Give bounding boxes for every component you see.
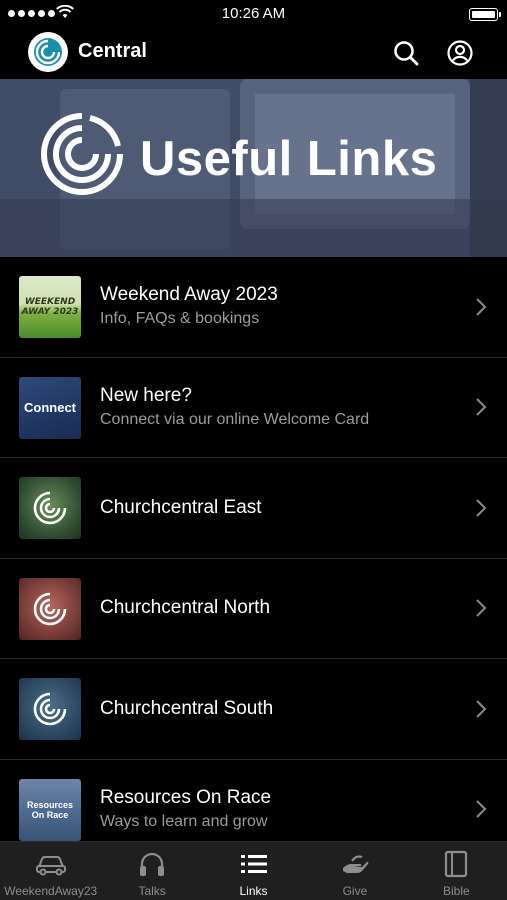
give-hand-icon [339, 850, 371, 878]
link-subtitle: Info, FAQs & bookings [100, 310, 260, 328]
churchcentral-east-thumbnail [19, 477, 81, 539]
link-item-churchcentral-east[interactable]: Churchcentral East [0, 458, 507, 559]
headphones-icon [136, 850, 168, 878]
app-header: Central [0, 26, 507, 79]
profile-icon [447, 40, 473, 66]
link-title: New here? [100, 384, 192, 406]
link-item-resources-on-race[interactable]: Resources On Race Resources On Race Ways… [0, 760, 507, 842]
link-title: Churchcentral South [100, 697, 274, 719]
tab-label: Bible [442, 884, 470, 898]
app-title: Central [78, 40, 147, 62]
link-item-weekend-away[interactable]: WEEKEND AWAY 2023 Weekend Away 2023 Info… [0, 257, 507, 358]
link-title: Resources On Race [100, 786, 272, 808]
bible-icon [440, 850, 472, 878]
link-item-new-here[interactable]: Connect New here? Connect via our online… [0, 358, 507, 458]
link-title: Churchcentral East [100, 496, 262, 518]
chevron-right-icon [476, 398, 487, 416]
tab-talks[interactable]: Talks [101, 842, 202, 900]
profile-button[interactable] [445, 38, 475, 68]
tab-give[interactable]: Give [304, 842, 405, 900]
link-title: Churchcentral North [100, 597, 271, 619]
churchcentral-south-thumbnail [19, 678, 81, 740]
tab-label: WeekendAway23 [4, 884, 98, 898]
search-icon [394, 41, 419, 66]
tab-label: Links [239, 884, 268, 898]
useful-links-banner: Useful Links [0, 79, 507, 257]
battery-icon [469, 8, 501, 21]
tab-weekendaway23[interactable]: WeekendAway23 [0, 842, 101, 900]
chevron-right-icon [476, 800, 487, 818]
weekend-away-thumbnail: WEEKEND AWAY 2023 [19, 276, 81, 338]
tab-label: Give [342, 884, 368, 898]
search-button[interactable] [391, 38, 421, 68]
banner-title: Useful Links [140, 132, 438, 186]
chevron-right-icon [476, 700, 487, 718]
chevron-right-icon [476, 599, 487, 617]
link-item-churchcentral-north[interactable]: Churchcentral North [0, 559, 507, 659]
resources-on-race-thumbnail: Resources On Race [19, 778, 81, 841]
thumb-text: Connect [24, 400, 76, 415]
status-time: 10:26 AM [221, 5, 286, 22]
link-subtitle: Ways to learn and grow [100, 812, 268, 830]
churchcentral-logo-icon[interactable] [28, 32, 68, 72]
churchcentral-north-thumbnail [19, 577, 81, 640]
churchcentral-logo-icon [33, 692, 67, 726]
thumb-text: On Race [31, 809, 69, 820]
status-bar: 10:26 AM [0, 0, 507, 26]
churchcentral-logo-icon [33, 491, 67, 525]
chevron-right-icon [476, 298, 487, 316]
useful-links-list: WEEKEND AWAY 2023 Weekend Away 2023 Info… [0, 257, 507, 841]
tab-bible[interactable]: Bible [406, 842, 507, 900]
link-title: Weekend Away 2023 [100, 284, 278, 306]
link-item-churchcentral-south[interactable]: Churchcentral South [0, 659, 507, 760]
thumb-text: Resources [26, 799, 74, 810]
chevron-right-icon [476, 499, 487, 517]
list-icon [238, 850, 270, 878]
thumb-text: AWAY 2023 [21, 307, 79, 317]
tab-bar: WeekendAway23 Talks Links Give Bible [0, 841, 507, 900]
churchcentral-logo-icon [41, 113, 123, 195]
car-icon [35, 850, 67, 878]
link-subtitle: Connect via our online Welcome Card [100, 410, 370, 428]
tab-label: Talks [138, 884, 166, 898]
connect-thumbnail: Connect [19, 376, 81, 439]
thumb-text: WEEKEND [24, 297, 76, 307]
churchcentral-logo-icon [33, 592, 67, 625]
tab-links[interactable]: Links [203, 842, 304, 900]
